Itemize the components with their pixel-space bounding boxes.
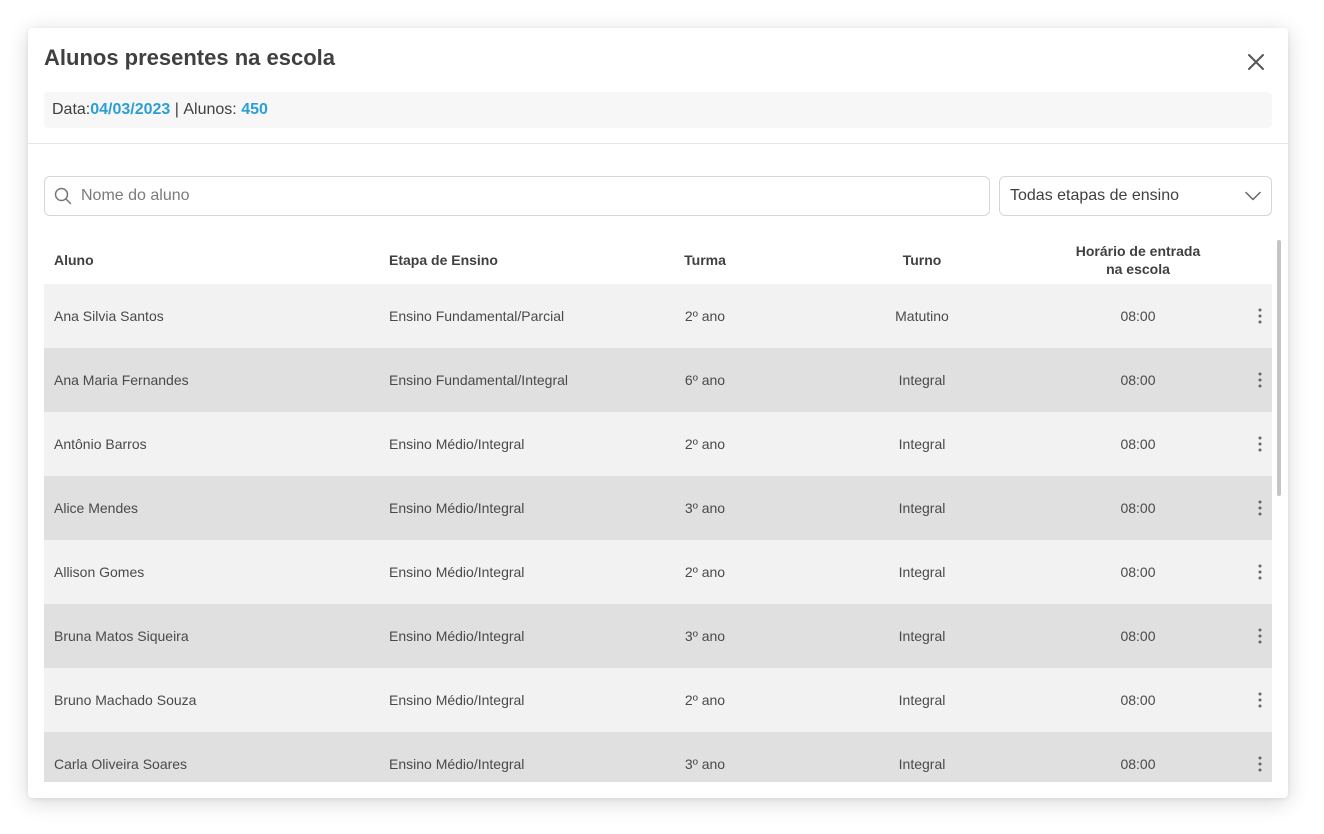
stage-select[interactable]: Todas etapas de ensino bbox=[999, 176, 1272, 216]
cell-aluno: Ana Silvia Santos bbox=[54, 308, 164, 324]
cell-turma: 3º ano bbox=[684, 500, 726, 516]
cell-turma: 3º ano bbox=[684, 756, 726, 772]
search-input[interactable] bbox=[79, 186, 963, 206]
table-row[interactable]: Ana Silvia Santos Ensino Fundamental/Par… bbox=[44, 284, 1272, 348]
cell-horario: 08:00 bbox=[1120, 692, 1156, 708]
cell-turno: Integral bbox=[898, 692, 946, 708]
kebab-menu-icon bbox=[1258, 500, 1262, 516]
modal-title: Alunos presentes na escola bbox=[44, 45, 335, 70]
chevron-down-icon bbox=[1245, 191, 1261, 201]
cell-turma: 2º ano bbox=[684, 308, 726, 324]
cell-horario: 08:00 bbox=[1120, 436, 1156, 452]
stage-select-value: Todas etapas de ensino bbox=[1010, 187, 1180, 204]
cell-turno: Integral bbox=[898, 436, 946, 452]
row-menu-button[interactable] bbox=[1248, 432, 1272, 456]
date-label: Data: bbox=[52, 101, 91, 118]
table-row[interactable]: Bruno Machado Souza Ensino Médio/Integra… bbox=[44, 668, 1272, 732]
header-aluno: Aluno bbox=[54, 252, 94, 268]
table-row[interactable]: Bruna Matos Siqueira Ensino Médio/Integr… bbox=[44, 604, 1272, 668]
close-button[interactable] bbox=[1242, 48, 1270, 76]
info-separator: | bbox=[170, 101, 184, 118]
table-scrollbar[interactable] bbox=[1276, 236, 1282, 782]
row-menu-button[interactable] bbox=[1248, 368, 1272, 392]
cell-etapa: Ensino Médio/Integral bbox=[389, 756, 525, 772]
table-row[interactable]: Carla Oliveira Soares Ensino Médio/Integ… bbox=[44, 732, 1272, 782]
cell-aluno: Allison Gomes bbox=[54, 564, 145, 580]
cell-turma: 2º ano bbox=[684, 564, 726, 580]
cell-horario: 08:00 bbox=[1120, 564, 1156, 580]
header-horario: Horário de entrada na escola bbox=[1058, 236, 1218, 284]
students-count: 450 bbox=[241, 101, 268, 118]
cell-etapa: Ensino Médio/Integral bbox=[389, 628, 525, 644]
cell-etapa: Ensino Médio/Integral bbox=[389, 436, 525, 452]
students-present-modal: Alunos presentes na escola Data: 04/03/2… bbox=[28, 28, 1288, 798]
table-body: Ana Silvia Santos Ensino Fundamental/Par… bbox=[44, 284, 1272, 782]
cell-horario: 08:00 bbox=[1120, 372, 1156, 388]
search-box[interactable] bbox=[44, 176, 990, 216]
date-value: 04/03/2023 bbox=[90, 101, 171, 118]
cell-horario: 08:00 bbox=[1120, 756, 1156, 772]
row-menu-button[interactable] bbox=[1248, 304, 1272, 328]
cell-etapa: Ensino Médio/Integral bbox=[389, 692, 525, 708]
cell-aluno: Bruno Machado Souza bbox=[54, 692, 197, 708]
header-horario-line1: Horário de entrada bbox=[1075, 243, 1201, 259]
info-bar: Data: 04/03/2023 | Alunos: 450 bbox=[44, 92, 1272, 128]
table-header: Aluno Etapa de Ensino Turma Turno Horári… bbox=[44, 236, 1272, 284]
row-menu-button[interactable] bbox=[1248, 752, 1272, 776]
close-icon bbox=[1248, 54, 1264, 70]
kebab-menu-icon bbox=[1258, 308, 1262, 324]
kebab-menu-icon bbox=[1258, 372, 1262, 388]
row-menu-button[interactable] bbox=[1248, 560, 1272, 584]
kebab-menu-icon bbox=[1258, 564, 1262, 580]
cell-etapa: Ensino Fundamental/Parcial bbox=[389, 308, 565, 324]
cell-aluno: Alice Mendes bbox=[54, 500, 139, 516]
kebab-menu-icon bbox=[1258, 436, 1262, 452]
table-row[interactable]: Alice Mendes Ensino Médio/Integral 3º an… bbox=[44, 476, 1272, 540]
cell-etapa: Ensino Fundamental/Integral bbox=[389, 372, 568, 388]
scrollbar-thumb[interactable] bbox=[1277, 240, 1281, 496]
kebab-menu-icon bbox=[1258, 628, 1262, 644]
cell-etapa: Ensino Médio/Integral bbox=[389, 564, 525, 580]
students-label: Alunos: bbox=[183, 101, 242, 118]
cell-aluno: Ana Maria Fernandes bbox=[54, 372, 189, 388]
cell-turno: Matutino bbox=[895, 308, 949, 324]
cell-turma: 6º ano bbox=[684, 372, 726, 388]
header-divider bbox=[28, 143, 1288, 144]
cell-turno: Integral bbox=[898, 628, 946, 644]
table-row[interactable]: Allison Gomes Ensino Médio/Integral 2º a… bbox=[44, 540, 1272, 604]
cell-etapa: Ensino Médio/Integral bbox=[389, 500, 525, 516]
header-horario-line2: na escola bbox=[1106, 261, 1170, 277]
table-row[interactable]: Antônio Barros Ensino Médio/Integral 2º … bbox=[44, 412, 1272, 476]
cell-aluno: Carla Oliveira Soares bbox=[54, 756, 188, 772]
cell-horario: 08:00 bbox=[1120, 308, 1156, 324]
search-icon bbox=[53, 186, 73, 206]
header-turno: Turno bbox=[902, 252, 942, 268]
table-row[interactable]: Ana Maria Fernandes Ensino Fundamental/I… bbox=[44, 348, 1272, 412]
cell-horario: 08:00 bbox=[1120, 628, 1156, 644]
cell-turma: 3º ano bbox=[684, 628, 726, 644]
cell-turma: 2º ano bbox=[684, 692, 726, 708]
kebab-menu-icon bbox=[1258, 756, 1262, 772]
cell-aluno: Antônio Barros bbox=[54, 436, 147, 452]
cell-turno: Integral bbox=[898, 756, 946, 772]
cell-horario: 08:00 bbox=[1120, 500, 1156, 516]
cell-turno: Integral bbox=[898, 372, 946, 388]
cell-aluno: Bruna Matos Siqueira bbox=[54, 628, 189, 644]
cell-turma: 2º ano bbox=[684, 436, 726, 452]
row-menu-button[interactable] bbox=[1248, 496, 1272, 520]
row-menu-button[interactable] bbox=[1248, 688, 1272, 712]
cell-turno: Integral bbox=[898, 500, 946, 516]
kebab-menu-icon bbox=[1258, 692, 1262, 708]
header-etapa: Etapa de Ensino bbox=[389, 252, 498, 268]
row-menu-button[interactable] bbox=[1248, 624, 1272, 648]
header-turma: Turma bbox=[684, 252, 726, 268]
cell-turno: Integral bbox=[898, 564, 946, 580]
